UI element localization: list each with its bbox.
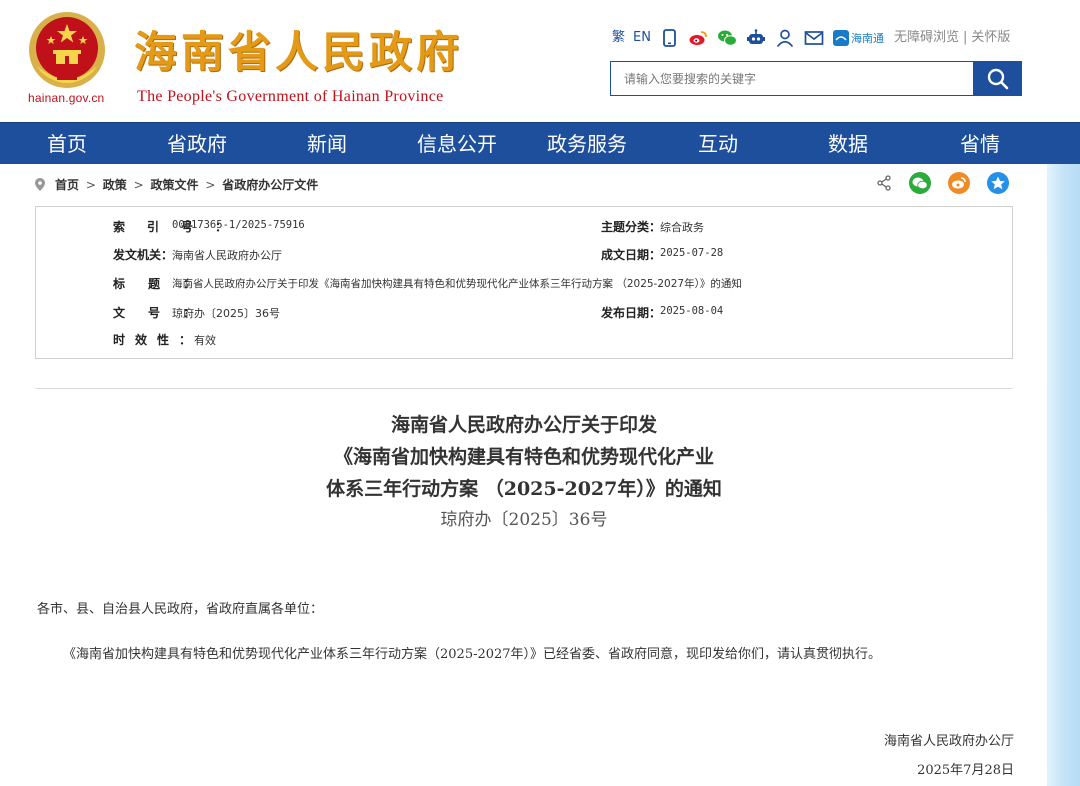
meta-issuer-value: 海南省人民政府办公厅 bbox=[172, 249, 282, 262]
document-signer: 海南省人民政府办公厅 bbox=[883, 734, 1014, 749]
site-header: hainan.gov.cn 海南省人民政府 The People's Gover… bbox=[0, 0, 1080, 122]
site-title[interactable]: 海南省人民政府 bbox=[134, 18, 463, 80]
share-toolbar bbox=[876, 172, 1009, 194]
wechat-icon bbox=[912, 177, 928, 190]
document-title-line-2: 《海南省加快构建具有特色和优势现代化产业 bbox=[333, 446, 714, 468]
breadcrumb-separator: > bbox=[205, 178, 216, 192]
site-subtitle-english: The People's Government of Hainan Provin… bbox=[137, 88, 444, 105]
breadcrumb-separator: > bbox=[133, 178, 144, 192]
document-body-paragraph: 《海南省加快构建具有特色和优势现代化产业体系三年行动方案（2025-2027年）… bbox=[63, 647, 882, 662]
search-icon bbox=[987, 68, 1008, 89]
document-number: 琼府办〔2025〕36号 bbox=[440, 510, 608, 530]
side-background-strip bbox=[1047, 164, 1080, 786]
qzone-icon bbox=[991, 176, 1005, 190]
elder-mode-link[interactable]: 关怀版 bbox=[971, 27, 1010, 49]
breadcrumb: 首页 > 政策 > 政策文件 > 省政府办公厅文件 bbox=[55, 176, 318, 193]
nav-item-data[interactable]: 数据 bbox=[828, 123, 868, 165]
meta-category-label: 主题分类： bbox=[601, 220, 662, 234]
meta-category-value: 综合政务 bbox=[660, 221, 704, 234]
nav-item-services[interactable]: 政务服务 bbox=[547, 123, 627, 165]
share-qzone-button[interactable] bbox=[987, 172, 1009, 194]
weibo-icon[interactable] bbox=[688, 28, 708, 48]
robot-icon[interactable] bbox=[746, 28, 766, 48]
main-navigation: 首页 省政府 新闻 信息公开 政务服务 互动 数据 省情 bbox=[0, 122, 1080, 164]
user-icon[interactable] bbox=[775, 28, 795, 48]
location-pin-icon bbox=[35, 178, 45, 191]
breadcrumb-home[interactable]: 首页 bbox=[55, 178, 79, 192]
mail-icon[interactable] bbox=[804, 28, 824, 48]
meta-title-value: 海南省人民政府办公厅关于印发《海南省加快构建具有特色和优势现代化产业体系三年行动… bbox=[172, 278, 742, 290]
breadcrumb-separator: > bbox=[85, 178, 96, 192]
english-link[interactable]: EN bbox=[633, 27, 651, 49]
accessible-browse-link[interactable]: 无障碍浏览 bbox=[894, 27, 959, 49]
breadcrumb-policy[interactable]: 政策 bbox=[103, 178, 127, 192]
national-emblem-logo[interactable] bbox=[27, 10, 107, 90]
document-metadata-table: 索引号： 00817365-1/2025-75916 主题分类： 综合政务 发文… bbox=[35, 206, 1013, 359]
nav-item-home[interactable]: 首页 bbox=[47, 123, 87, 165]
share-icon[interactable] bbox=[876, 175, 892, 191]
search-box bbox=[610, 61, 974, 96]
top-links-divider: | bbox=[962, 30, 968, 45]
meta-issuer-label: 发文机关： bbox=[113, 248, 174, 262]
hainantong-link[interactable]: 海南通 bbox=[832, 30, 884, 46]
nav-item-news[interactable]: 新闻 bbox=[307, 123, 347, 165]
traditional-chinese-link[interactable]: 繁 bbox=[612, 27, 625, 49]
meta-index-value: 00817365-1/2025-75916 bbox=[172, 219, 305, 231]
document-salutation: 各市、县、自治县人民政府，省政府直属各单位： bbox=[37, 602, 324, 617]
meta-created-label: 成文日期： bbox=[601, 248, 662, 262]
search-input[interactable] bbox=[611, 62, 973, 95]
breadcrumb-policy-documents[interactable]: 政策文件 bbox=[150, 178, 198, 192]
weibo-icon bbox=[952, 177, 966, 189]
breadcrumb-office-documents[interactable]: 省政府办公厅文件 bbox=[222, 178, 318, 192]
share-wechat-button[interactable] bbox=[909, 172, 931, 194]
meta-published-value: 2025-08-04 bbox=[660, 305, 724, 317]
meta-validity-value: 有效 bbox=[194, 334, 216, 347]
document-date: 2025年7月28日 bbox=[917, 763, 1014, 778]
wechat-icon[interactable] bbox=[717, 28, 737, 48]
nav-item-government[interactable]: 省政府 bbox=[167, 123, 227, 165]
meta-docno-value: 琼府办〔2025〕36号 bbox=[172, 307, 280, 320]
meta-published-label: 发布日期： bbox=[601, 306, 662, 320]
top-links-bar: 繁 EN 海南通 无障碍浏览 | 关怀版 bbox=[612, 26, 1010, 50]
site-domain: hainan.gov.cn bbox=[28, 91, 105, 105]
hainantong-icon bbox=[832, 30, 849, 46]
content-divider bbox=[35, 388, 1013, 389]
nav-item-interaction[interactable]: 互动 bbox=[698, 123, 738, 165]
share-weibo-button[interactable] bbox=[948, 172, 970, 194]
nav-item-disclosure[interactable]: 信息公开 bbox=[417, 123, 497, 165]
breadcrumb-bar: 首页 > 政策 > 政策文件 > 省政府办公厅文件 bbox=[35, 172, 1013, 198]
search-button[interactable] bbox=[973, 61, 1022, 96]
document-title-line-1: 海南省人民政府办公厅关于印发 bbox=[390, 414, 657, 436]
meta-created-value: 2025-07-28 bbox=[660, 247, 724, 259]
hainantong-label: 海南通 bbox=[850, 32, 884, 45]
meta-validity-label: 时效性： bbox=[113, 333, 192, 347]
tablet-icon[interactable] bbox=[659, 28, 679, 48]
nav-item-province[interactable]: 省情 bbox=[960, 123, 1000, 165]
document-title-line-3: 体系三年行动方案 （2025-2027年）》的通知 bbox=[326, 478, 722, 500]
